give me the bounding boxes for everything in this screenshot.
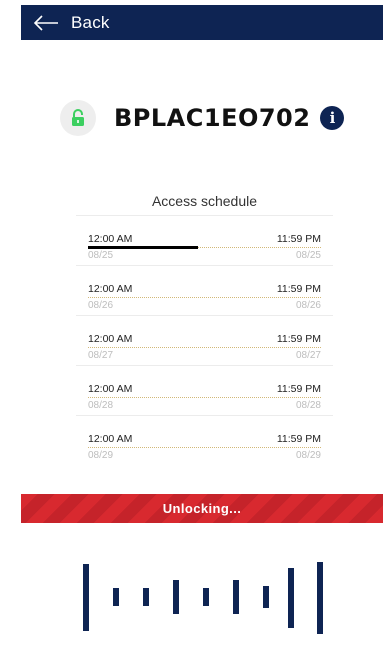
- start-time: 12:00 AM: [88, 283, 133, 295]
- start-time: 12:00 AM: [88, 233, 133, 245]
- signal-bar: [317, 562, 323, 634]
- end-time: 11:59 PM: [276, 333, 321, 345]
- schedule-row: 12:00 AM 11:59 PM 08/25 08/25: [76, 216, 333, 266]
- signal-bar: [288, 568, 294, 628]
- device-title-row: BPLAC1EO702 i: [60, 98, 345, 138]
- signal-bar: [113, 588, 119, 606]
- start-time: 12:00 AM: [88, 383, 133, 395]
- schedule-list: 12:00 AM 11:59 PM 08/25 08/25 12:00 AM 11:59 …: [76, 216, 333, 466]
- start-date: 08/27: [88, 350, 114, 361]
- lock-status-badge: [60, 100, 96, 136]
- signal-bar: [173, 580, 179, 614]
- signal-bar: [203, 588, 209, 606]
- time-range-line: [88, 246, 321, 249]
- end-time: 11:59 PM: [276, 283, 321, 295]
- start-date: 08/28: [88, 400, 114, 411]
- device-name: BPLAC1EO702: [114, 104, 311, 132]
- start-date: 08/29: [88, 450, 114, 461]
- arrow-left-icon: [33, 14, 58, 31]
- time-range-line: [88, 297, 321, 298]
- time-progress-bar: [88, 246, 198, 249]
- back-label: Back: [71, 12, 110, 32]
- start-time: 12:00 AM: [88, 333, 133, 345]
- time-range-line: [88, 447, 321, 448]
- unlocked-padlock-icon: [72, 109, 84, 126]
- app-header: Back: [21, 5, 383, 40]
- end-time: 11:59 PM: [276, 433, 321, 445]
- schedule-row: 12:00 AM 11:59 PM 08/26 08/26: [76, 266, 333, 316]
- signal-bar: [233, 580, 239, 614]
- start-date: 08/25: [88, 250, 114, 261]
- signal-bar: [263, 586, 269, 608]
- end-date: 08/25: [295, 250, 321, 261]
- end-date: 08/28: [295, 400, 321, 411]
- back-button[interactable]: Back: [33, 13, 110, 33]
- end-date: 08/26: [295, 300, 321, 311]
- end-date: 08/27: [295, 350, 321, 361]
- access-schedule: Access schedule 12:00 AM 11:59 PM 08/25 08/…: [76, 187, 333, 469]
- schedule-row: 12:00 AM 11:59 PM 08/28 08/28: [76, 366, 333, 416]
- end-date: 08/29: [295, 450, 321, 461]
- unlocking-status-label: Unlocking...: [162, 501, 242, 516]
- unlocking-status-bar: Unlocking...: [21, 494, 383, 523]
- end-time: 11:59 PM: [276, 233, 321, 245]
- info-icon[interactable]: i: [320, 106, 345, 130]
- schedule-title: Access schedule: [76, 187, 333, 216]
- start-date: 08/26: [88, 300, 114, 311]
- signal-bar: [83, 564, 89, 631]
- signal-bar: [143, 588, 149, 606]
- schedule-row: 12:00 AM 11:59 PM 08/29 08/29: [76, 416, 333, 466]
- time-range-line: [88, 397, 321, 398]
- start-time: 12:00 AM: [88, 433, 133, 445]
- end-time: 11:59 PM: [276, 383, 321, 395]
- time-range-line: [88, 347, 321, 348]
- schedule-row: 12:00 AM 11:59 PM 08/27 08/27: [76, 316, 333, 366]
- signal-bars-icon: [80, 560, 330, 635]
